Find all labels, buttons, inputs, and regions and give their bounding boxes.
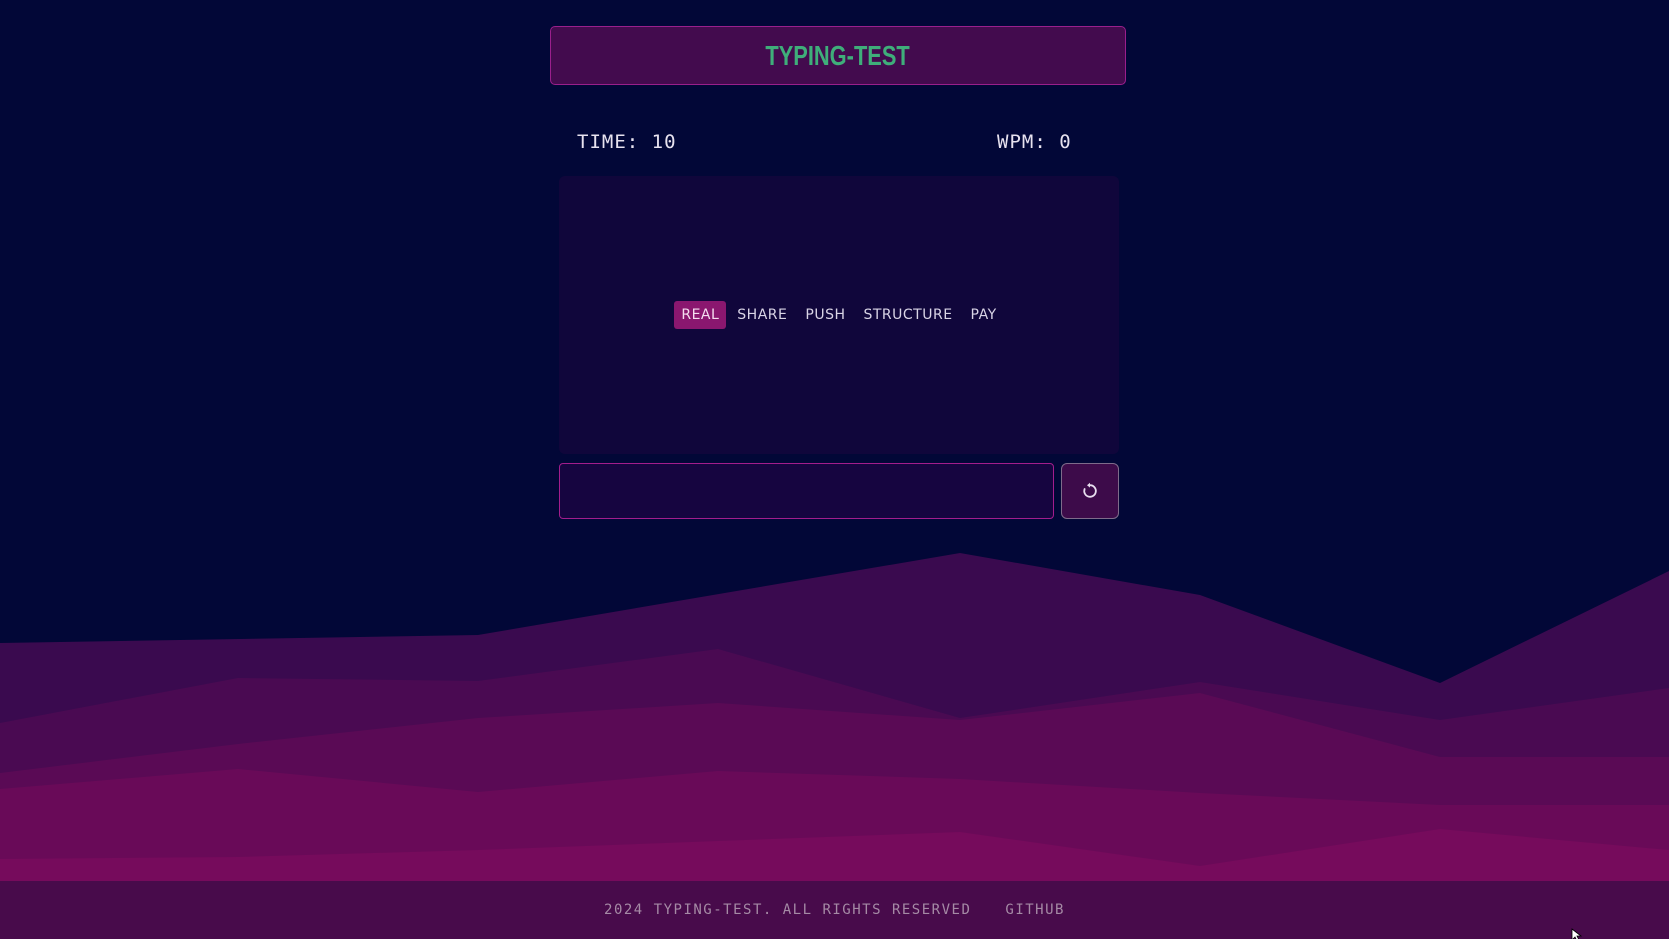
word-item: PUSH xyxy=(805,307,846,323)
restart-button[interactable] xyxy=(1061,463,1119,519)
typing-test-page: TYPING-TEST TIME: 10 WPM: 0 REAL SHARE P… xyxy=(0,0,1669,939)
word-item: STRUCTURE xyxy=(863,307,953,323)
word-item: SHARE xyxy=(737,307,788,323)
typing-input[interactable] xyxy=(559,463,1054,519)
word-item: PAY xyxy=(970,307,997,323)
page-title: TYPING-TEST xyxy=(765,39,911,71)
time-counter: TIME: 10 xyxy=(577,131,677,153)
copyright-text: 2024 TYPING-TEST. ALL RIGHTS RESERVED xyxy=(604,902,972,918)
word-item-current: REAL xyxy=(674,301,727,329)
title-banner: TYPING-TEST xyxy=(550,26,1126,85)
mouse-cursor-icon xyxy=(1571,928,1583,939)
wpm-counter: WPM: 0 xyxy=(997,131,1072,153)
input-row xyxy=(559,463,1119,519)
words-panel: REAL SHARE PUSH STRUCTURE PAY xyxy=(559,176,1119,454)
github-link[interactable]: GITHUB xyxy=(1005,902,1065,918)
restart-icon xyxy=(1083,482,1097,498)
footer: 2024 TYPING-TEST. ALL RIGHTS RESERVED GI… xyxy=(0,881,1669,939)
